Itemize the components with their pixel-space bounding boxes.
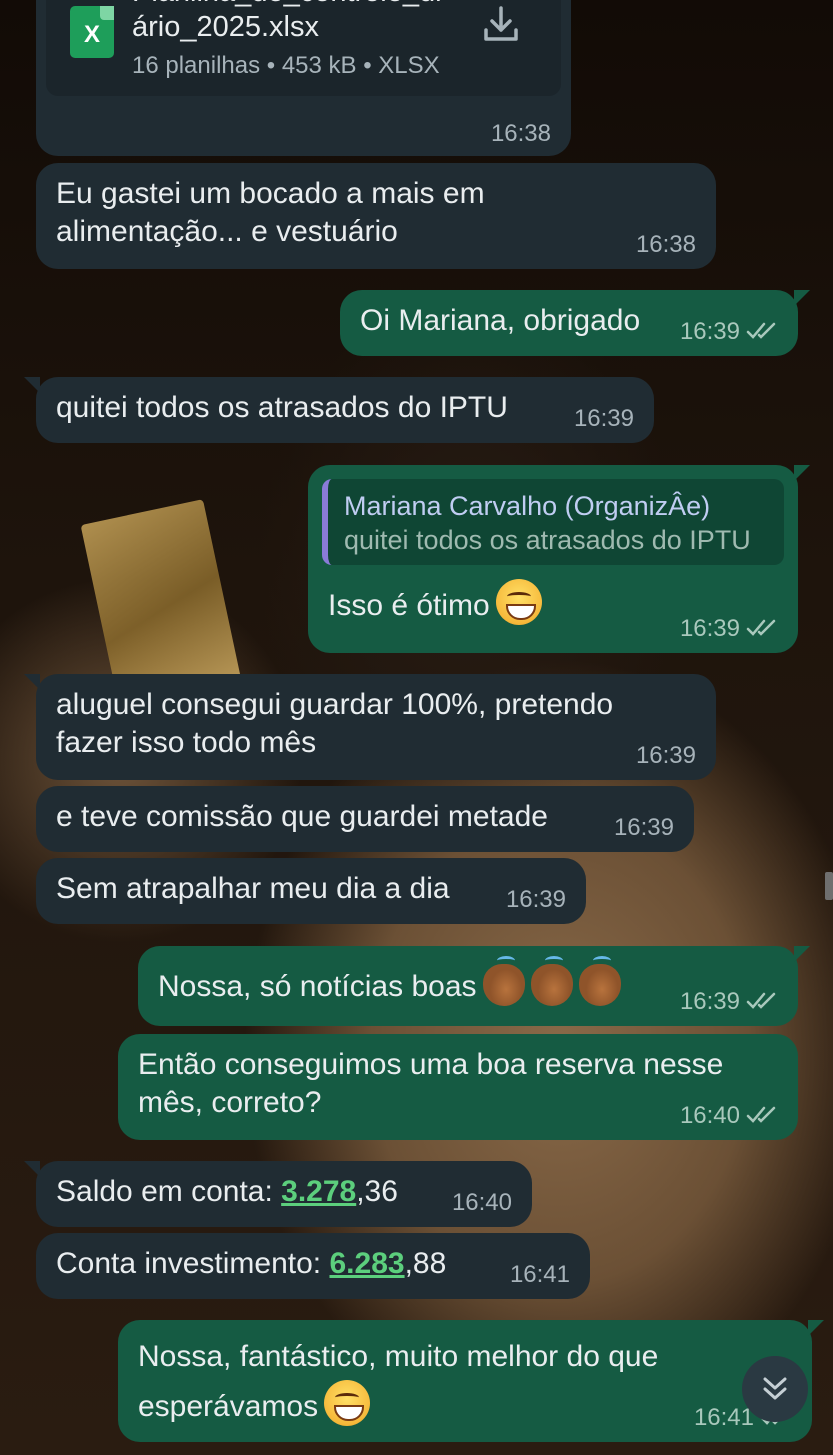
message-time: 16:38 bbox=[635, 231, 696, 258]
download-icon[interactable] bbox=[481, 4, 521, 44]
message-outgoing[interactable]: Oi Mariana, obrigado 16:39 bbox=[340, 290, 810, 356]
message-text: fazer isso todo mês bbox=[56, 726, 317, 759]
message-time: 16:39 bbox=[679, 318, 740, 345]
message-text: Nossa, fantástico, muito melhor do que bbox=[138, 1340, 659, 1373]
message-meta: 16:39 bbox=[680, 320, 780, 344]
message-time: 16:41 bbox=[693, 1404, 754, 1431]
message-incoming[interactable]: aluguel consegui guardar 100%, pretendo … bbox=[24, 674, 716, 780]
message-text: Isso é ótimo bbox=[328, 589, 490, 622]
message-text: alimentação... e vestuário bbox=[56, 215, 398, 248]
phone-number-link[interactable]: 3.278 bbox=[281, 1175, 356, 1208]
message-incoming[interactable]: Saldo em conta: 3.278,36 16:40 bbox=[24, 1161, 532, 1227]
message-text: Eu gastei um bocado a mais em bbox=[56, 177, 485, 210]
message-time: 16:41 bbox=[509, 1261, 570, 1288]
message-text: e teve comissão que guardei metade bbox=[56, 800, 548, 833]
message-text: Então conseguimos uma boa reserva nesse bbox=[138, 1048, 724, 1081]
quote-author: Mariana Carvalho (OrganizÂe) bbox=[344, 491, 711, 521]
message-time: 16:39 bbox=[505, 886, 566, 913]
message-time: 16:39 bbox=[573, 405, 634, 432]
double-check-icon bbox=[746, 321, 780, 341]
grinning-face-emoji-icon bbox=[495, 579, 542, 625]
message-incoming[interactable]: Sem atrapalhar meu dia a dia 16:39 bbox=[36, 858, 586, 924]
message-incoming[interactable]: Eu gastei um bocado a mais em alimentaçã… bbox=[36, 163, 716, 269]
scroll-to-bottom-button[interactable] bbox=[742, 1356, 808, 1422]
message-time: 16:39 bbox=[679, 988, 740, 1015]
message-meta: 16:39 bbox=[680, 990, 780, 1014]
message-text: quitei todos os atrasados do IPTU bbox=[56, 391, 508, 424]
phone-number-link[interactable]: 6.283 bbox=[329, 1247, 404, 1280]
message-text: esperávamos bbox=[138, 1390, 319, 1423]
file-preview[interactable]: X Planilha_de_controle_di ário_2025.xlsx… bbox=[46, 0, 561, 96]
grinning-face-emoji-icon bbox=[324, 1380, 371, 1426]
message-time: 16:39 bbox=[613, 814, 674, 841]
clapping-hands-emoji-icon bbox=[482, 956, 525, 1006]
message-incoming[interactable]: Conta investimento: 6.283,88 16:41 bbox=[36, 1233, 590, 1299]
double-check-icon bbox=[746, 618, 780, 638]
double-check-icon bbox=[746, 991, 780, 1011]
file-name: Planilha_de_controle_di ário_2025.xlsx bbox=[132, 0, 442, 43]
scrollbar-thumb[interactable] bbox=[825, 872, 833, 900]
scroll-down-icon bbox=[763, 1377, 787, 1400]
quote-text: quitei todos os atrasados do IPTU bbox=[344, 525, 751, 555]
message-time: 16:40 bbox=[451, 1189, 512, 1216]
message-time: 16:38 bbox=[490, 120, 551, 147]
message-body: Conta investimento: 6.283,88 bbox=[56, 1245, 570, 1283]
double-check-icon bbox=[746, 1105, 780, 1125]
message-text: ,88 bbox=[404, 1247, 447, 1280]
message-outgoing[interactable]: Nossa, fantástico, muito melhor do que e… bbox=[118, 1320, 824, 1442]
message-text: aluguel consegui guardar 100%, pretendo bbox=[56, 688, 614, 721]
message-incoming[interactable]: e teve comissão que guardei metade 16:39 bbox=[36, 786, 694, 852]
message-text: ,36 bbox=[356, 1175, 398, 1208]
message-time: 16:39 bbox=[635, 742, 696, 769]
file-meta: 16 planilhas • 453 kB • XLSX bbox=[132, 52, 440, 79]
excel-file-icon: X bbox=[70, 6, 114, 58]
quoted-message[interactable]: Mariana Carvalho (OrganizÂe) quitei todo… bbox=[322, 479, 784, 565]
clapping-hands-emoji-icon bbox=[578, 956, 621, 1006]
message-outgoing[interactable]: Então conseguimos uma boa reserva nesse … bbox=[118, 1034, 798, 1140]
message-time: 16:40 bbox=[679, 1102, 740, 1129]
message-text: Sem atrapalhar meu dia a dia bbox=[56, 872, 450, 905]
message-body: Saldo em conta: 3.278,36 bbox=[56, 1173, 512, 1211]
message-outgoing-reply[interactable]: Mariana Carvalho (OrganizÂe) quitei todo… bbox=[308, 465, 810, 653]
message-time: 16:39 bbox=[679, 615, 740, 642]
clapping-hands-emoji-icon bbox=[530, 956, 573, 1006]
message-outgoing[interactable]: Nossa, só notícias boas 16:39 bbox=[138, 946, 810, 1026]
message-text: Nossa, só notícias boas bbox=[158, 970, 477, 1003]
message-text: Conta investimento: bbox=[56, 1247, 330, 1280]
file-message[interactable]: X Planilha_de_controle_di ário_2025.xlsx… bbox=[36, 0, 571, 156]
message-text: Saldo em conta: bbox=[56, 1175, 282, 1208]
message-meta: 16:40 bbox=[680, 1104, 780, 1128]
message-meta: 16:39 bbox=[680, 617, 780, 641]
message-incoming[interactable]: quitei todos os atrasados do IPTU 16:39 bbox=[24, 377, 654, 443]
